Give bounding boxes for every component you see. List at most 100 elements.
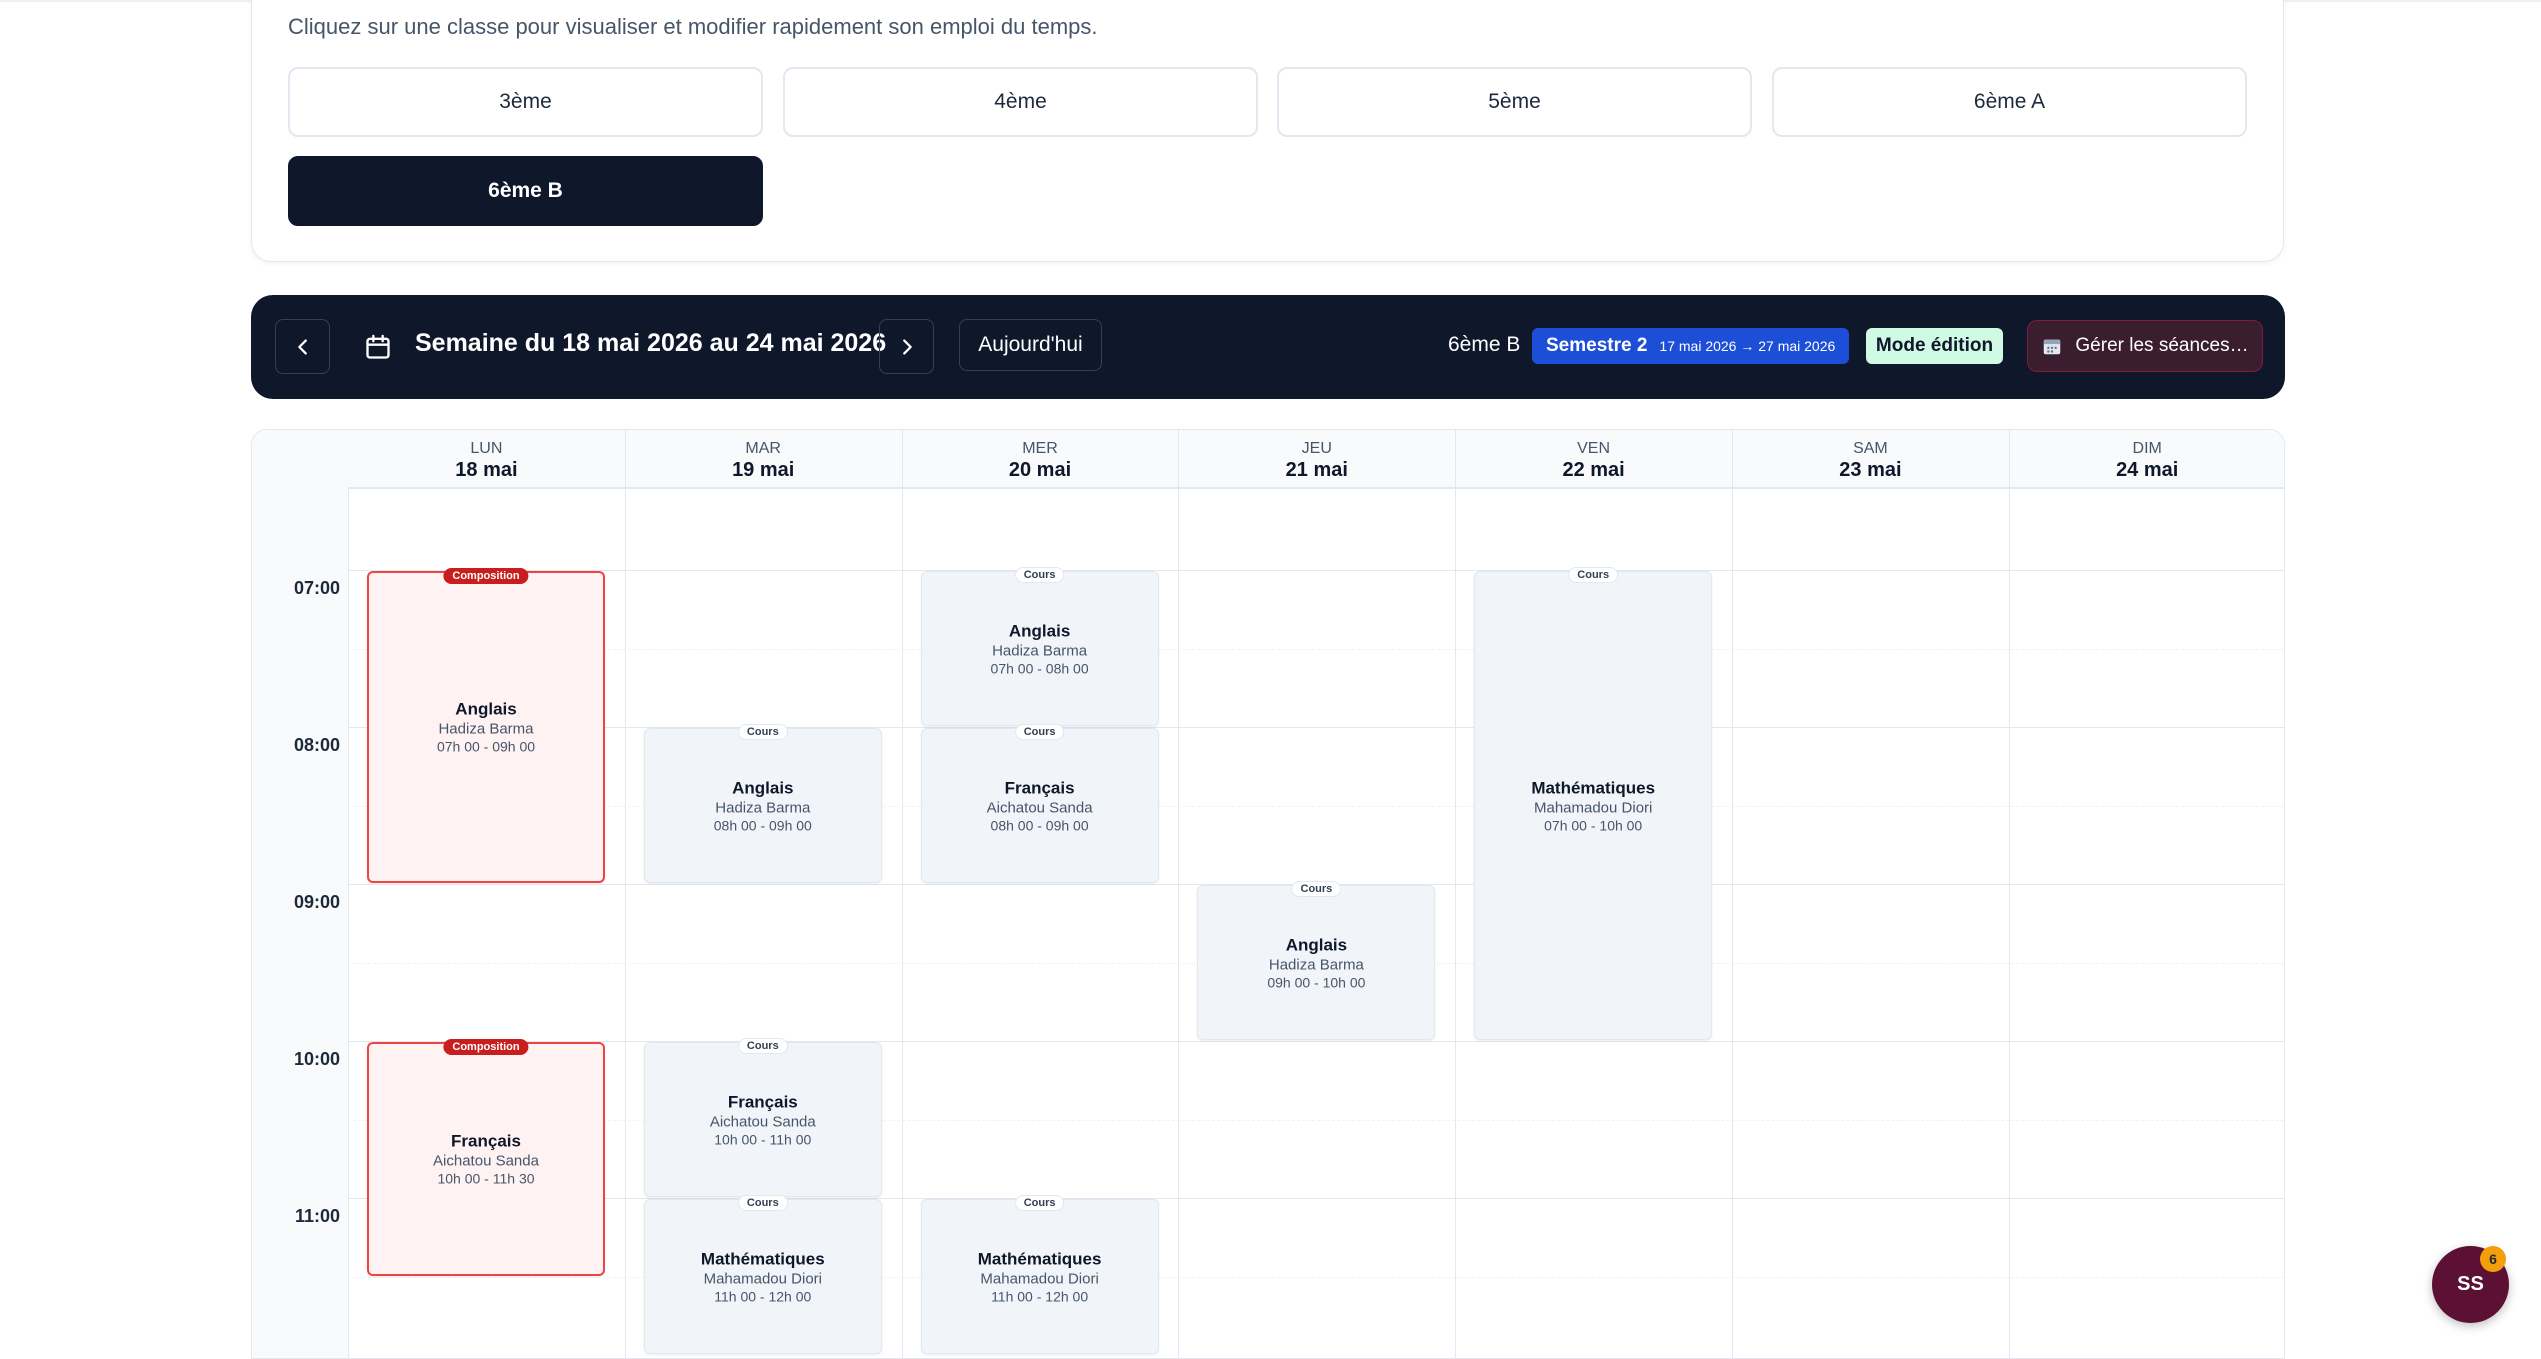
- schedule-event[interactable]: Cours Anglais Hadiza Barma 08h 00 - 09h 00: [643, 724, 882, 883]
- day-date: 18 mai: [455, 459, 518, 481]
- half-hour-gridline: [348, 1119, 2284, 1121]
- day-name: DIM: [2132, 440, 2162, 457]
- next-week-button[interactable]: [879, 319, 934, 374]
- day-header: MER 20 mai: [901, 430, 1179, 489]
- class-button-3eme[interactable]: 3ème: [288, 67, 763, 137]
- class-button-6eme-a[interactable]: 6ème A: [1772, 67, 2247, 137]
- hour-gridline: [348, 570, 2284, 571]
- day-header: LUN 18 mai: [348, 430, 625, 489]
- event-teacher: Hadiza Barma: [992, 642, 1088, 659]
- day-date: 19 mai: [732, 459, 795, 481]
- event-details: Anglais Hadiza Barma 09h 00 - 10h 00: [1198, 935, 1434, 990]
- event-teacher: Hadiza Barma: [438, 720, 534, 738]
- day-name: MER: [1022, 440, 1058, 457]
- day-name: LUN: [470, 440, 503, 457]
- event-teacher: Aichatou Sanda: [709, 1113, 816, 1130]
- event-details: Mathématiques Mahamadou Diori 11h 00 - 12h…: [645, 1249, 881, 1304]
- class-button-4eme[interactable]: 4ème: [783, 67, 1258, 137]
- event-type-badge: Cours: [1014, 567, 1065, 583]
- day-name: JEU: [1301, 440, 1332, 457]
- class-button-6eme-b[interactable]: 6ème B: [288, 156, 763, 226]
- day-header: JEU 21 mai: [1178, 430, 1456, 489]
- manage-sessions-button[interactable]: Gérer les séances…: [2027, 320, 2263, 372]
- event-type-badge: Cours: [737, 1195, 788, 1211]
- weekly-schedule-grid: LUN 18 mai MAR 19 mai MER 20 mai JEU 21 mai VEN 2…: [251, 429, 2285, 1359]
- event-teacher: Mahamadou Diori: [703, 1270, 822, 1287]
- chevron-left-icon: [297, 338, 307, 355]
- event-subject: Mathématiques: [700, 1249, 825, 1268]
- event-subject: Mathématiques: [977, 1249, 1102, 1268]
- event-time: 08h 00 - 09h 00: [713, 817, 812, 833]
- schedule-event[interactable]: Cours Français Aichatou Sanda 08h 00 - 09h …: [920, 724, 1159, 883]
- hour-label: 09:00: [293, 892, 340, 912]
- schedule-event[interactable]: Cours Anglais Hadiza Barma 07h 00 - 08h 00: [920, 567, 1159, 726]
- previous-week-button[interactable]: [275, 319, 330, 374]
- event-subject: Français: [1004, 778, 1075, 797]
- event-teacher: Mahamadou Diori: [980, 1270, 1099, 1287]
- event-details: Anglais Hadiza Barma 07h 00 - 09h 00: [369, 700, 603, 755]
- schedule-event[interactable]: Cours Mathématiques Mahamadou Diori 11h 00 …: [643, 1195, 882, 1354]
- event-type-badge: Cours: [1291, 881, 1342, 897]
- edit-mode-badge: Mode édition: [1866, 328, 2003, 364]
- event-teacher: Mahamadou Diori: [1533, 799, 1653, 816]
- event-details: Français Aichatou Sanda 08h 00 - 09h 00: [922, 778, 1158, 833]
- event-time: 07h 00 - 10h 00: [1544, 817, 1643, 833]
- event-type-badge: Cours: [1014, 724, 1065, 740]
- day-name: SAM: [1853, 440, 1888, 457]
- day-date: 21 mai: [1285, 459, 1348, 481]
- event-time: 11h 00 - 12h 00: [991, 1288, 1089, 1304]
- event-teacher: Hadiza Barma: [1268, 956, 1364, 973]
- today-button[interactable]: Aujourd'hui: [959, 319, 1102, 371]
- calendar-icon: [366, 334, 390, 359]
- event-details: Mathématiques Mahamadou Diori 11h 00 - 12h…: [922, 1249, 1158, 1304]
- schedule-event[interactable]: Cours Anglais Hadiza Barma 09h 00 - 10h 00: [1197, 881, 1436, 1040]
- event-teacher: Aichatou Sanda: [986, 799, 1093, 816]
- event-subject: Mathématiques: [1531, 778, 1656, 797]
- day-date: 20 mai: [1008, 459, 1072, 481]
- semester-name: Semestre 2: [1546, 335, 1648, 356]
- event-details: Anglais Hadiza Barma 08h 00 - 09h 00: [645, 778, 881, 833]
- day-date: 23 mai: [1839, 459, 1902, 481]
- week-toolbar: Semaine du 18 mai 2026 au 24 mai 2026 Au…: [251, 295, 2285, 399]
- event-subject: Anglais: [1285, 935, 1348, 954]
- event-time: 10h 00 - 11h 00: [714, 1131, 812, 1147]
- schedule-event[interactable]: Cours Mathématiques Mahamadou Diori 11h 00 …: [920, 1195, 1159, 1354]
- event-type-badge: Cours: [737, 1038, 788, 1054]
- class-selector-subtitle: Cliquez sur une classe pour visualiser e…: [288, 14, 1098, 39]
- event-details: Anglais Hadiza Barma 07h 00 - 08h 00: [922, 621, 1158, 676]
- schedule-event[interactable]: Cours Mathématiques Mahamadou Diori 07h 00 …: [1474, 567, 1713, 1040]
- half-hour-gridline: [348, 648, 2284, 650]
- schedule-event[interactable]: Composition Anglais Hadiza Barma 07h 00 - 0…: [367, 568, 605, 883]
- event-details: Français Aichatou Sanda 10h 00 - 11h 00: [645, 1092, 881, 1147]
- hour-label: 10:00: [293, 1049, 340, 1069]
- day-date: 24 mai: [2116, 459, 2179, 481]
- notification-badge: 6: [2480, 1246, 2506, 1272]
- day-name: VEN: [1577, 440, 1611, 457]
- event-subject: Anglais: [1008, 621, 1071, 640]
- chevron-right-icon: [902, 338, 912, 355]
- half-hour-gridline: [348, 1276, 2284, 1278]
- schedule-event[interactable]: Composition Français Aichatou Sanda 10h 00 …: [367, 1039, 605, 1276]
- schedule-event[interactable]: Cours Français Aichatou Sanda 10h 00 - 11h …: [643, 1038, 882, 1197]
- event-type-badge: Cours: [737, 724, 788, 740]
- event-type-badge: Cours: [1014, 1195, 1065, 1211]
- event-teacher: Aichatou Sanda: [433, 1152, 539, 1170]
- hour-gridline: [348, 1041, 2284, 1042]
- event-type-badge: Composition: [443, 1039, 529, 1055]
- hour-label: 07:00: [293, 578, 340, 598]
- event-subject: Français: [727, 1092, 798, 1111]
- event-type-badge: Composition: [443, 568, 529, 584]
- class-button-5eme[interactable]: 5ème: [1277, 67, 1752, 137]
- toolbar-class-name: 6ème B: [1448, 333, 1521, 356]
- hour-label: 11:00: [294, 1206, 340, 1226]
- event-time: 09h 00 - 10h 00: [1267, 974, 1366, 990]
- event-teacher: Hadiza Barma: [715, 799, 811, 816]
- calendar-icon: [2044, 339, 2061, 355]
- event-time: 10h 00 - 11h 30: [437, 1170, 535, 1187]
- week-range-title: Semaine du 18 mai 2026 au 24 mai 2026: [415, 329, 887, 357]
- event-time: 08h 00 - 09h 00: [990, 817, 1089, 833]
- event-subject: Anglais: [455, 699, 517, 719]
- event-details: Français Aichatou Sanda 10h 00 - 11h 30: [369, 1131, 603, 1186]
- day-name: MAR: [745, 440, 781, 457]
- event-details: Mathématiques Mahamadou Diori 07h 00 - 10h…: [1475, 778, 1711, 833]
